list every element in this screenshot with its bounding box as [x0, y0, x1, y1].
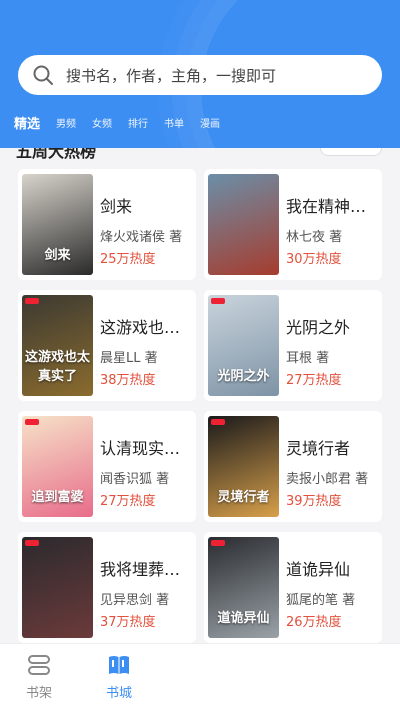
book-card[interactable]: 我在精神… 林七夜 著 30万热度 [204, 169, 382, 280]
nav-bookshelf[interactable]: 书架 [9, 654, 69, 701]
book-heat: 26万热度 [286, 615, 342, 630]
nav-bookstore[interactable]: 书城 [89, 654, 149, 701]
cover-badge [25, 419, 39, 425]
book-author: 见异思剑 著 [100, 593, 170, 608]
book-cover: 灵境行者 [208, 416, 279, 517]
book-author: 闻香识狐 著 [100, 472, 170, 487]
section-title: 五周大热榜 [16, 148, 97, 161]
cover-title: 道诡异仙 [217, 611, 270, 626]
bottom-nav: 书架 书城 [0, 643, 400, 711]
cover-title: 追到富婆 [31, 490, 84, 505]
book-author: 晨星LL 著 [100, 351, 158, 366]
book-heat: 27万热度 [100, 494, 156, 509]
cover-badge [25, 540, 39, 546]
book-card[interactable]: 道诡异仙 道诡异仙 狐尾的笔 著 26万热度 [204, 532, 382, 643]
book-card[interactable]: 我将埋葬… 见异思剑 著 37万热度 [18, 532, 196, 643]
nav-bookstore-label: 书城 [105, 686, 132, 701]
book-title: 剑来 [100, 197, 133, 216]
category-tabs: 精选 男频 女频 排行 书单 漫画 [0, 108, 400, 136]
book-title: 认清现实… [100, 439, 181, 458]
book-list-section: 五周大热榜 剑来 剑来 烽火戏诸侯 著 25万热度 我在精神… 林七夜 著 30万热度 … [0, 148, 400, 643]
cover-title: 剑来 [44, 248, 71, 263]
cover-badge [25, 298, 39, 304]
book-heat: 37万热度 [100, 615, 156, 630]
cover-title: 光阴之外 [217, 369, 270, 384]
book-title: 我在精神… [286, 197, 367, 216]
cover-title: 灵境行者 [217, 490, 270, 505]
book-cover: 这游戏也太真实了 [22, 295, 93, 396]
nav-bookshelf-label: 书架 [25, 686, 52, 701]
book-cover [22, 537, 93, 638]
book-card[interactable]: 灵境行者 灵境行者 卖报小郎君 著 39万热度 [204, 411, 382, 522]
book-title: 这游戏也… [100, 318, 181, 337]
book-card[interactable]: 剑来 剑来 烽火戏诸侯 著 25万热度 [18, 169, 196, 280]
book-card[interactable]: 追到富婆 认清现实… 闻香识狐 著 27万热度 [18, 411, 196, 522]
book-author: 卖报小郎君 著 [286, 472, 369, 487]
book-card[interactable]: 光阴之外 光阴之外 耳根 著 27万热度 [204, 290, 382, 401]
book-cover: 追到富婆 [22, 416, 93, 517]
book-title: 灵境行者 [286, 439, 351, 458]
cover-badge [211, 419, 225, 425]
search-placeholder: 搜书名，作者，主角，一搜即可 [66, 66, 277, 85]
tab-ranking[interactable]: 排行 [128, 115, 148, 130]
book-heat: 38万热度 [100, 373, 156, 388]
search-bar[interactable]: 搜书名，作者，主角，一搜即可 [18, 55, 382, 95]
book-author: 林七夜 著 [286, 230, 343, 245]
search-icon [33, 65, 53, 85]
section-more-button[interactable] [320, 148, 382, 156]
book-title: 我将埋葬… [100, 560, 181, 579]
book-heat: 27万热度 [286, 373, 342, 388]
book-author: 狐尾的笔 著 [286, 593, 356, 608]
tab-booklist[interactable]: 书单 [164, 115, 184, 130]
cover-badge [211, 540, 225, 546]
book-title: 光阴之外 [286, 318, 351, 337]
tab-comics[interactable]: 漫画 [200, 115, 220, 130]
book-title: 道诡异仙 [286, 560, 351, 579]
book-cover: 道诡异仙 [208, 537, 279, 638]
book-heat: 39万热度 [286, 494, 342, 509]
book-cover: 剑来 [22, 174, 93, 275]
book-cover [208, 174, 279, 275]
book-author: 耳根 著 [286, 351, 330, 366]
cover-badge [211, 298, 225, 304]
cover-title: 这游戏也太真实了 [24, 350, 90, 384]
header: 搜书名，作者，主角，一搜即可 精选 男频 女频 排行 书单 漫画 [0, 0, 400, 148]
book-heat: 25万热度 [100, 252, 156, 267]
book-card[interactable]: 这游戏也太真实了 这游戏也… 晨星LL 著 38万热度 [18, 290, 196, 401]
tab-male[interactable]: 男频 [56, 115, 76, 130]
bookshelf-icon [28, 655, 50, 675]
book-cover: 光阴之外 [208, 295, 279, 396]
book-heat: 30万热度 [286, 252, 342, 267]
book-author: 烽火戏诸侯 著 [100, 230, 183, 245]
bookstore-icon [109, 656, 129, 674]
tab-female[interactable]: 女频 [92, 115, 112, 130]
tab-featured[interactable]: 精选 [14, 113, 40, 132]
